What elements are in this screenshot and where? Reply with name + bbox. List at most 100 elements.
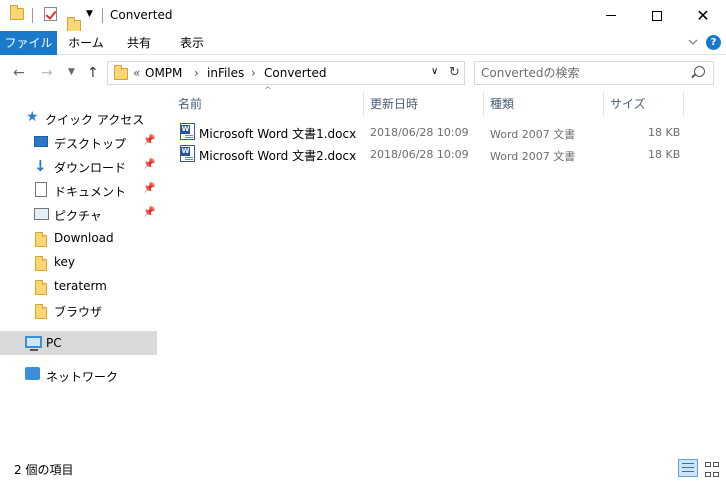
tile <box>713 472 719 477</box>
file-size: 18 KB <box>648 148 681 161</box>
nav-label: key <box>54 255 76 269</box>
word-document-icon <box>180 145 195 162</box>
nav-item-browser[interactable]: ブラウザ <box>0 298 157 322</box>
title-bar: ▼ Converted ✕ <box>0 0 726 32</box>
search-icon[interactable] <box>694 66 705 77</box>
pin-icon[interactable]: 📌 <box>143 183 155 194</box>
nav-item-desktop[interactable]: デスクトップ 📌 <box>0 130 157 154</box>
nav-label: ドキュメント <box>54 185 127 199</box>
nav-item-download-folder[interactable]: Download <box>0 226 157 250</box>
recent-locations-chevron-icon[interactable]: ▼ <box>68 67 75 77</box>
folder-icon <box>114 65 128 80</box>
nav-item-network[interactable]: ネットワーク <box>0 363 157 387</box>
list-line <box>682 471 694 472</box>
tab-file[interactable]: ファイル <box>0 31 57 55</box>
column-divider[interactable] <box>363 92 364 116</box>
details-view-button[interactable] <box>678 459 698 477</box>
tile <box>705 472 711 477</box>
pin-icon[interactable]: 📌 <box>143 135 155 146</box>
nav-item-pc[interactable]: PC <box>0 331 157 355</box>
file-row[interactable]: Microsoft Word 文書2.docx 2018/06/28 10:09… <box>178 143 693 165</box>
breadcrumb-ompm[interactable]: OMPM <box>145 66 182 80</box>
breadcrumb-overflow[interactable]: « <box>133 66 140 80</box>
search-input[interactable] <box>481 65 681 81</box>
tab-share[interactable]: 共有 <box>115 31 163 55</box>
nav-item-documents[interactable]: ドキュメント 📌 <box>0 178 157 202</box>
file-list: ^ 名前 更新日時 種類 サイズ Microsoft Word 文書1.docx… <box>170 86 726 450</box>
file-size: 18 KB <box>648 126 681 139</box>
star-icon: ★ <box>26 109 39 125</box>
nav-label: ダウンロード <box>54 161 127 175</box>
address-history-dropdown-icon[interactable]: ∨ <box>431 66 438 77</box>
nav-item-teraterm[interactable]: teraterm <box>0 274 157 298</box>
tab-home[interactable]: ホーム <box>62 31 110 55</box>
nav-item-key[interactable]: key <box>0 250 157 274</box>
file-name: Microsoft Word 文書2.docx <box>199 149 357 163</box>
nav-label: ピクチャ <box>54 209 102 223</box>
pin-icon[interactable]: 📌 <box>143 207 155 218</box>
properties-icon[interactable] <box>44 7 57 21</box>
status-bar: 2 個の項目 <box>0 456 726 481</box>
pictures-icon <box>34 208 49 220</box>
breadcrumb-separator[interactable]: › <box>194 66 199 80</box>
file-modified: 2018/06/28 10:09 <box>370 148 469 161</box>
refresh-icon[interactable]: ↻ <box>449 65 460 80</box>
list-line <box>682 463 694 464</box>
documents-icon <box>35 182 47 197</box>
nav-quick-access[interactable]: ★ クイック アクセス <box>0 106 157 130</box>
folder-icon <box>35 232 47 247</box>
column-divider[interactable] <box>603 92 604 116</box>
close-icon: ✕ <box>696 5 710 25</box>
forward-arrow-icon[interactable]: → <box>41 65 53 81</box>
large-icons-view-button[interactable] <box>705 462 725 480</box>
file-row[interactable]: Microsoft Word 文書1.docx 2018/06/28 10:09… <box>178 121 693 143</box>
word-document-icon <box>180 123 195 140</box>
nav-item-pictures[interactable]: ピクチャ 📌 <box>0 202 157 226</box>
tab-view[interactable]: 表示 <box>168 31 216 55</box>
list-line <box>682 467 694 468</box>
breadcrumb-separator[interactable]: › <box>251 66 256 80</box>
nav-label: クイック アクセス <box>45 113 145 127</box>
folder-icon <box>10 5 24 20</box>
back-arrow-icon[interactable]: ← <box>13 65 25 81</box>
nav-label: デスクトップ <box>54 137 127 151</box>
file-type: Word 2007 文書 <box>490 128 576 141</box>
minimize-button[interactable] <box>588 0 634 31</box>
file-type: Word 2007 文書 <box>490 150 576 163</box>
column-divider[interactable] <box>683 92 684 116</box>
file-name: Microsoft Word 文書1.docx <box>199 127 357 141</box>
column-header-name[interactable]: 名前 <box>178 92 202 116</box>
nav-label: teraterm <box>54 279 107 293</box>
folder-icon <box>35 256 47 271</box>
column-header-size[interactable]: サイズ <box>610 92 646 116</box>
navigation-pane: ★ クイック アクセス デスクトップ 📌 ↓ ダウンロード 📌 ドキュメント 📌… <box>0 92 158 450</box>
quick-access-toolbar-dropdown-icon[interactable]: ▼ <box>86 9 93 19</box>
minimize-icon <box>606 15 616 16</box>
address-bar[interactable]: « OMPM › inFiles › Converted ∨ ↻ <box>107 61 465 85</box>
file-modified: 2018/06/28 10:09 <box>370 126 469 139</box>
up-arrow-icon[interactable]: ↑ <box>87 65 99 81</box>
divider <box>102 8 103 23</box>
expand-ribbon-chevron-icon[interactable] <box>687 36 699 48</box>
sort-ascending-icon: ^ <box>264 86 272 96</box>
tile <box>705 462 711 467</box>
nav-label: ネットワーク <box>46 370 119 384</box>
item-count: 2 個の項目 <box>14 463 74 477</box>
close-button[interactable]: ✕ <box>680 0 726 31</box>
nav-item-downloads[interactable]: ↓ ダウンロード 📌 <box>0 154 157 178</box>
breadcrumb-infiles[interactable]: inFiles <box>207 66 244 80</box>
help-icon[interactable]: ? <box>706 35 721 50</box>
breadcrumb-converted[interactable]: Converted <box>264 66 326 80</box>
folder-icon <box>35 304 47 319</box>
maximize-icon <box>652 10 662 21</box>
maximize-button[interactable] <box>634 0 680 31</box>
column-header-type[interactable]: 種類 <box>490 92 514 116</box>
column-header-modified[interactable]: 更新日時 <box>370 92 418 116</box>
download-arrow-icon: ↓ <box>34 157 47 175</box>
network-icon <box>25 367 40 380</box>
search-box[interactable] <box>474 61 714 85</box>
column-divider[interactable] <box>483 92 484 116</box>
folder-icon <box>35 280 47 295</box>
tile <box>713 462 719 467</box>
pin-icon[interactable]: 📌 <box>143 159 155 170</box>
